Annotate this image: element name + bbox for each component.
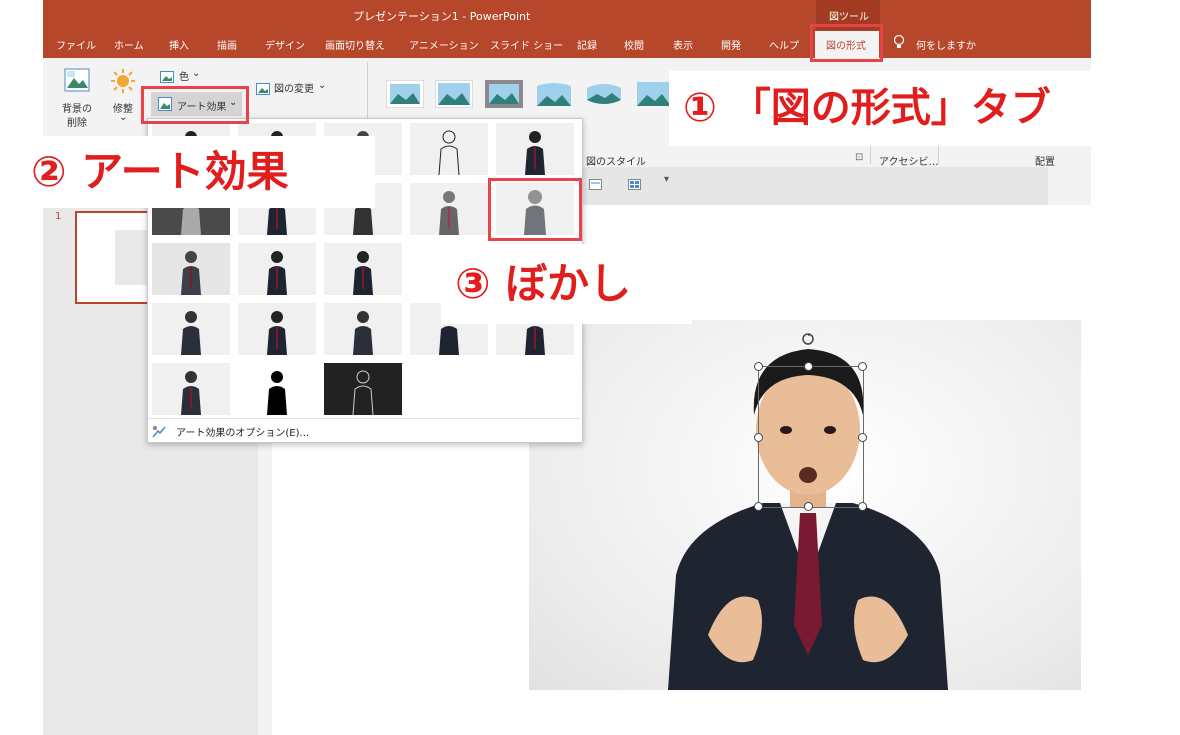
grid-icon[interactable] bbox=[628, 175, 641, 190]
color-button[interactable]: 色 bbox=[179, 68, 189, 83]
resize-handle-bottom[interactable] bbox=[804, 502, 813, 511]
effect-line-drawing[interactable] bbox=[410, 123, 488, 175]
slide-number: 1 bbox=[55, 211, 62, 222]
color-chevron-icon[interactable]: ⌄ bbox=[192, 68, 200, 79]
picture-style-4[interactable] bbox=[535, 80, 573, 108]
picture-styles-group-label: 図のスタイル bbox=[586, 157, 646, 168]
tab-file[interactable]: ファイル bbox=[56, 37, 96, 52]
highlight-artistic-effects-button bbox=[141, 86, 249, 124]
tab-record[interactable]: 記録 bbox=[577, 37, 597, 52]
change-picture-icon bbox=[256, 80, 270, 95]
change-picture-chevron-icon[interactable]: ⌄ bbox=[318, 80, 326, 91]
resize-handle-bottom-left[interactable] bbox=[754, 502, 763, 511]
tab-slideshow[interactable]: スライド ショー bbox=[490, 37, 563, 52]
picture-style-1[interactable] bbox=[385, 79, 425, 109]
accessibility-group-label: アクセシビ… bbox=[879, 157, 939, 168]
effect-texturizer[interactable] bbox=[324, 303, 402, 355]
resize-handle-bottom-right[interactable] bbox=[858, 502, 867, 511]
lightbulb-icon bbox=[893, 34, 905, 50]
resize-handle-left[interactable] bbox=[754, 433, 763, 442]
tab-insert[interactable]: 挿入 bbox=[169, 37, 189, 52]
corrections-chevron-icon[interactable]: ⌄ bbox=[119, 112, 127, 123]
tab-animations[interactable]: アニメーション bbox=[409, 37, 479, 52]
picture-tools-label: 図ツール bbox=[829, 12, 869, 23]
tab-review[interactable]: 校閲 bbox=[624, 37, 644, 52]
tab-home[interactable]: ホーム bbox=[114, 37, 144, 52]
resize-handle-top-left[interactable] bbox=[754, 362, 763, 371]
title-bar bbox=[43, 0, 1091, 30]
picture-style-3[interactable] bbox=[485, 80, 523, 108]
artistic-options-icon bbox=[152, 423, 166, 438]
resize-handle-right[interactable] bbox=[858, 433, 867, 442]
resize-handle-top[interactable] bbox=[804, 362, 813, 371]
tab-design[interactable]: デザイン bbox=[265, 37, 305, 52]
artistic-effects-options-label: アート効果のオプション(E)... bbox=[176, 428, 310, 439]
rotate-handle-icon[interactable] bbox=[801, 331, 815, 345]
tab-help[interactable]: ヘルプ bbox=[769, 37, 799, 52]
tab-developer[interactable]: 開発 bbox=[721, 37, 741, 52]
highlight-picture-format-tab bbox=[810, 24, 883, 62]
sun-icon bbox=[110, 68, 136, 94]
effect-film-grain[interactable] bbox=[238, 243, 316, 295]
callout-step3: ③ ぼかし bbox=[441, 244, 692, 324]
effect-light-screen[interactable] bbox=[152, 363, 230, 415]
effect-chalk[interactable] bbox=[496, 123, 574, 175]
effect-glow-diffused[interactable] bbox=[410, 183, 488, 235]
color-icon bbox=[160, 68, 174, 83]
remove-background-icon bbox=[64, 68, 90, 92]
tab-transitions[interactable]: 画面切り替え bbox=[325, 37, 385, 52]
picture-styles-launcher-icon[interactable]: ⊡ bbox=[855, 152, 863, 163]
layout-icon[interactable] bbox=[589, 175, 602, 190]
arrange-group-label: 配置 bbox=[1035, 157, 1055, 168]
ribbon-separator-3 bbox=[938, 146, 939, 164]
customize-toolbar-icon[interactable]: ▾ bbox=[664, 174, 669, 185]
highlight-blur-effect bbox=[488, 178, 582, 241]
tab-draw[interactable]: 描画 bbox=[217, 37, 237, 52]
picture-style-6[interactable] bbox=[635, 80, 673, 108]
remove-background-label1[interactable]: 背景の bbox=[62, 100, 92, 115]
picture-style-2[interactable] bbox=[434, 79, 474, 109]
slide-thumbnail-image bbox=[115, 230, 149, 285]
effect-photocopy[interactable] bbox=[238, 303, 316, 355]
effect-cutout[interactable] bbox=[324, 363, 402, 415]
window-title: プレゼンテーション1 - PowerPoint bbox=[353, 10, 531, 23]
effect-crisscross[interactable] bbox=[152, 303, 230, 355]
change-picture-button[interactable]: 図の変更 bbox=[274, 80, 314, 95]
quick-access-strip bbox=[541, 167, 1048, 205]
effect-glow-edges[interactable] bbox=[238, 363, 316, 415]
effect-mosaic[interactable] bbox=[152, 243, 230, 295]
remove-background-label2[interactable]: 削除 bbox=[67, 114, 87, 129]
picture-style-5[interactable] bbox=[585, 80, 623, 108]
resize-handle-top-right[interactable] bbox=[858, 362, 867, 371]
effect-glass[interactable] bbox=[324, 243, 402, 295]
tell-me-search[interactable]: 何をしますか bbox=[916, 37, 976, 52]
ribbon-separator-2 bbox=[870, 146, 871, 164]
callout-step2: ② アート効果 bbox=[19, 136, 375, 208]
callout-step1: ① 「図の形式」タブ bbox=[669, 71, 1151, 146]
tab-view[interactable]: 表示 bbox=[673, 37, 693, 52]
selection-frame bbox=[758, 366, 864, 508]
